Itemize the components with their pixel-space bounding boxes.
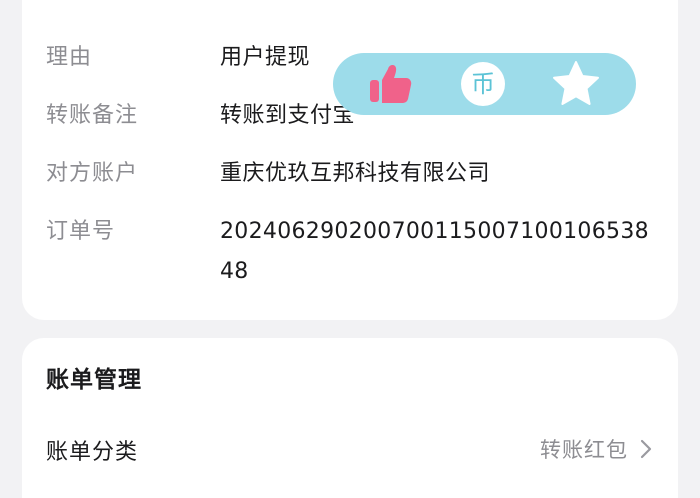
transfer-details-card: 理由 用户提现 转账备注 转账到支付宝 对方账户 重庆优玖互邦科技有限公司 订单…	[22, 0, 678, 320]
coin-button[interactable]: 币	[458, 59, 508, 109]
star-icon	[553, 61, 599, 105]
bill-management-card: 账单管理 账单分类 转账红包	[22, 338, 678, 498]
reason-label: 理由	[46, 45, 93, 70]
counterparty-account-label: 对方账户	[46, 161, 139, 186]
reason-value: 用户提现	[220, 45, 311, 70]
transfer-note-label: 转账备注	[46, 103, 139, 128]
svg-text:币: 币	[471, 70, 495, 98]
bill-category-label: 账单分类	[46, 440, 139, 465]
order-number-label: 订单号	[46, 219, 116, 244]
favorite-button[interactable]	[551, 59, 601, 109]
thumbs-up-icon	[370, 65, 412, 103]
chevron-right-icon	[640, 439, 652, 459]
coin-icon: 币	[461, 62, 505, 106]
order-number-value: 20240629020070011500710010653848	[220, 219, 649, 284]
counterparty-account-value: 重庆优玖互邦科技有限公司	[220, 161, 491, 186]
like-button[interactable]	[365, 59, 415, 109]
transfer-note-value: 转账到支付宝	[220, 103, 356, 128]
bill-category-value: 转账红包	[540, 438, 628, 462]
bill-category-selector[interactable]: 转账红包	[540, 434, 656, 464]
bill-management-title: 账单管理	[46, 367, 142, 393]
floating-action-bar: 币	[333, 53, 636, 115]
